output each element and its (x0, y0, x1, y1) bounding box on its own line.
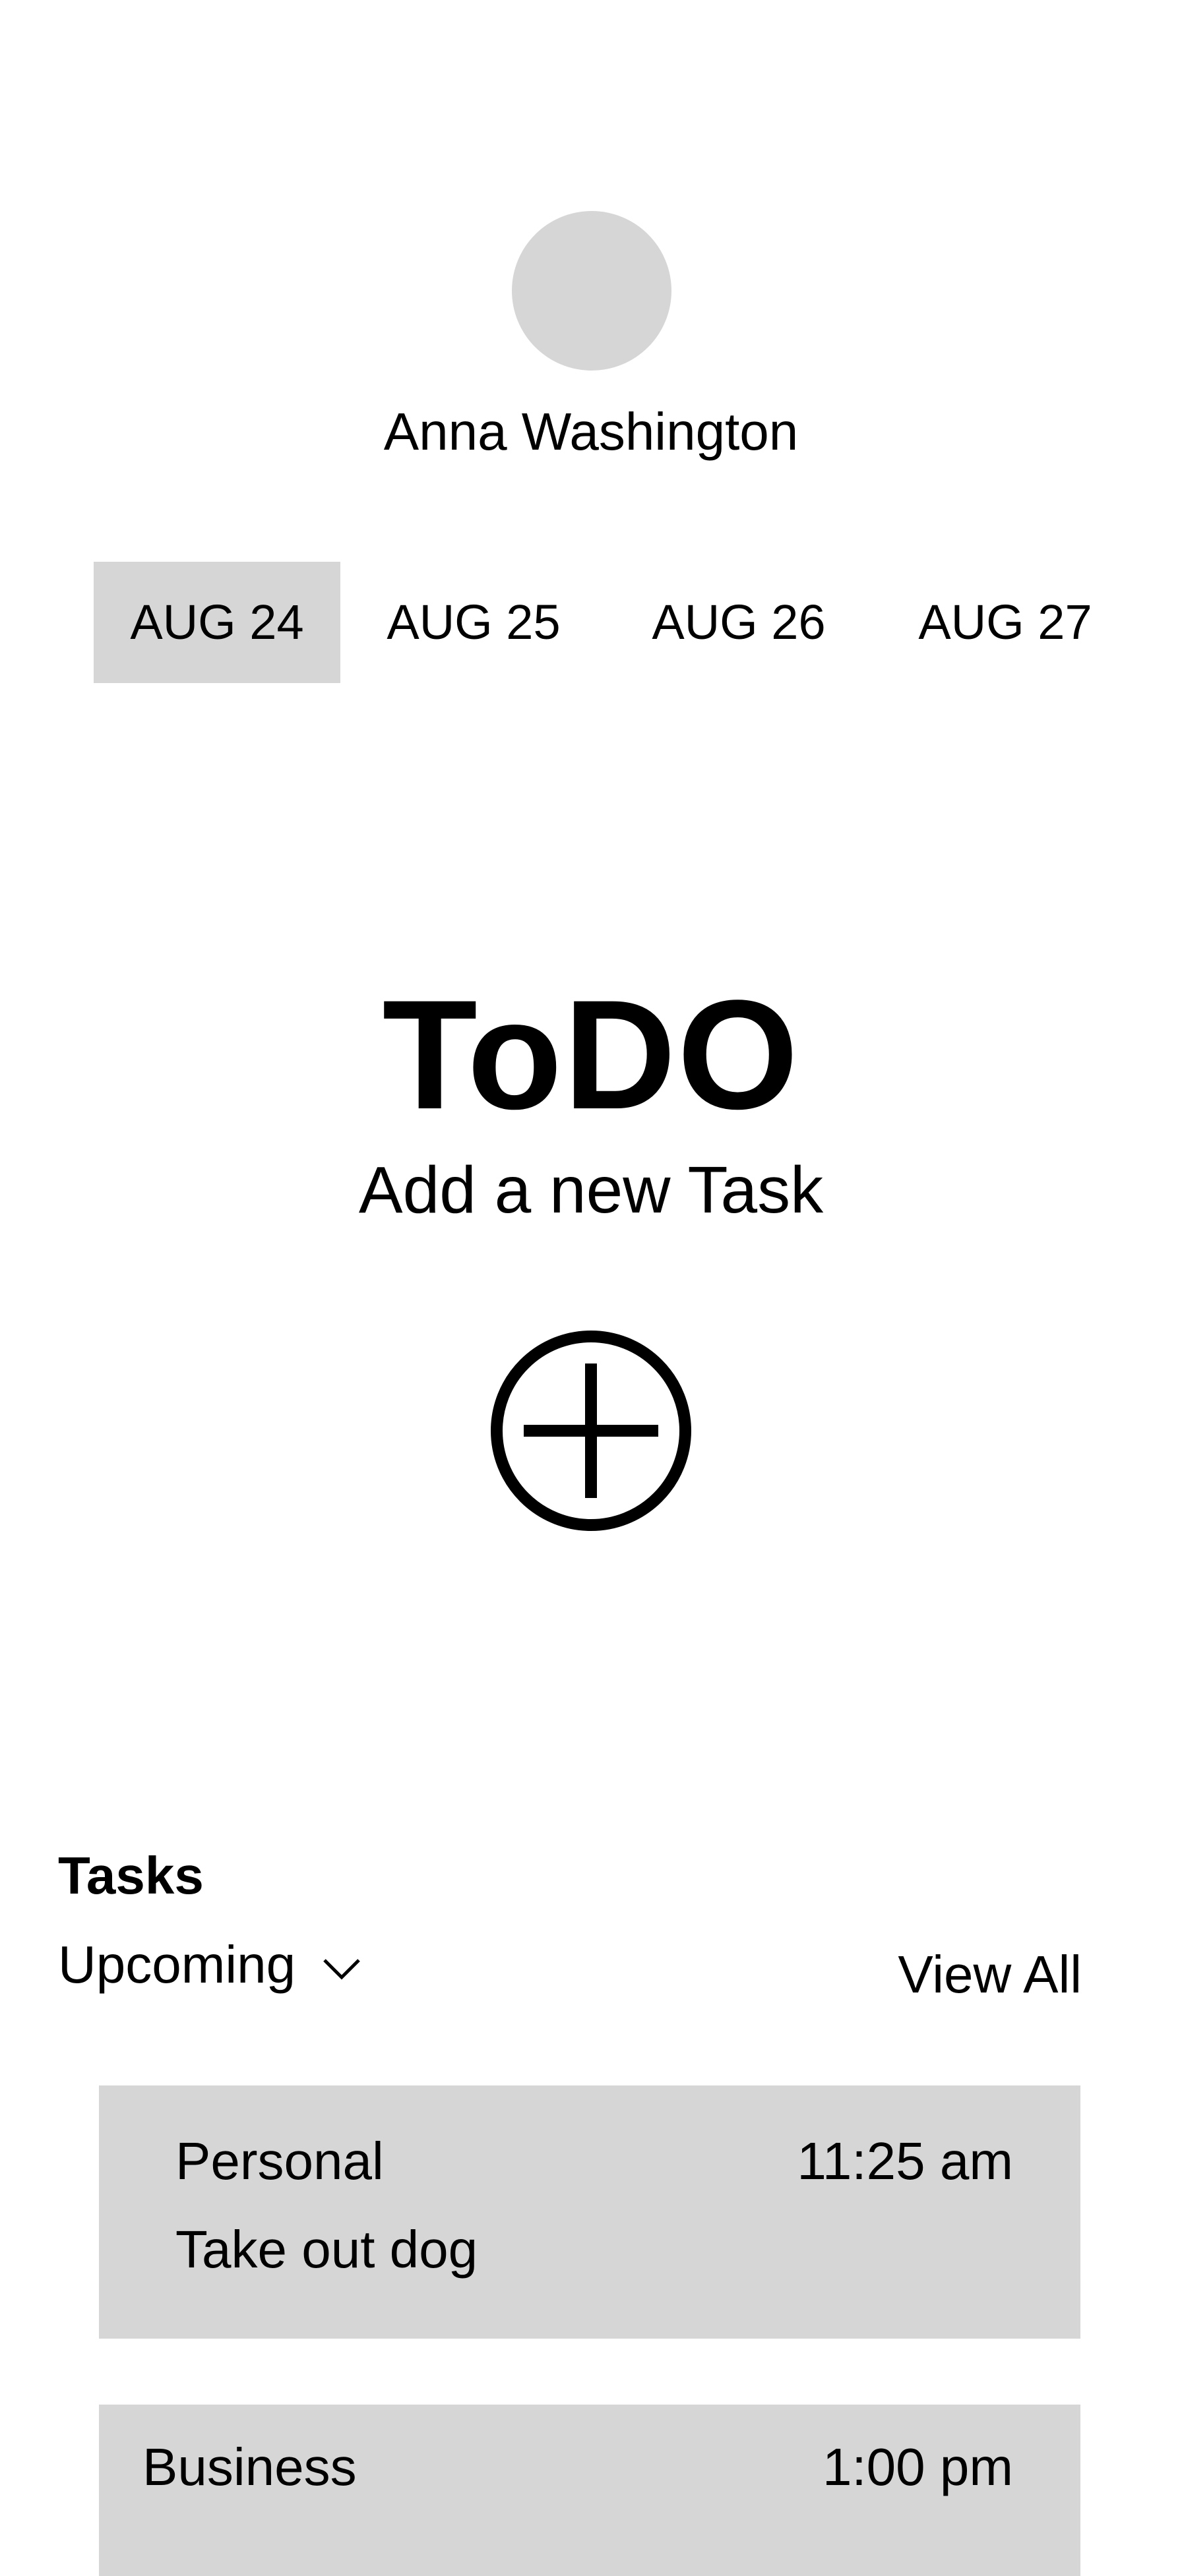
date-tab-aug-24[interactable]: AUG 24 (94, 562, 340, 683)
date-tab-aug-26[interactable]: AUG 26 (627, 562, 851, 683)
task-card[interactable]: Business 1:00 pm (99, 2405, 1080, 2576)
task-filter-label: Upcoming (58, 1935, 296, 1994)
date-tab-aug-25[interactable]: AUG 25 (361, 562, 586, 683)
page-subtitle: Add a new Task (358, 1153, 824, 1227)
page-title: ToDO (382, 968, 800, 1142)
chevron-down-icon (322, 1958, 361, 1985)
task-time: 11:25 am (797, 2132, 1013, 2190)
tasks-heading: Tasks (58, 1846, 204, 1905)
avatar[interactable] (512, 211, 671, 371)
date-tab-aug-27[interactable]: AUG 27 (893, 562, 1117, 683)
plus-circle-icon (491, 1331, 691, 1531)
user-name: Anna Washington (383, 402, 799, 461)
task-category: Business (142, 2438, 357, 2496)
view-all-link[interactable]: View All (898, 1938, 1082, 2011)
date-selector: AUG 24 AUG 25 AUG 26 AUG 27 (94, 562, 1103, 683)
task-description: Take out dog (175, 2220, 478, 2279)
add-task-button[interactable] (485, 1325, 697, 1536)
task-card[interactable]: Personal 11:25 am Take out dog (99, 2085, 1080, 2339)
task-category: Personal (175, 2132, 384, 2190)
task-time: 1:00 pm (822, 2438, 1013, 2496)
task-filter-dropdown[interactable]: Upcoming (58, 1929, 361, 2001)
